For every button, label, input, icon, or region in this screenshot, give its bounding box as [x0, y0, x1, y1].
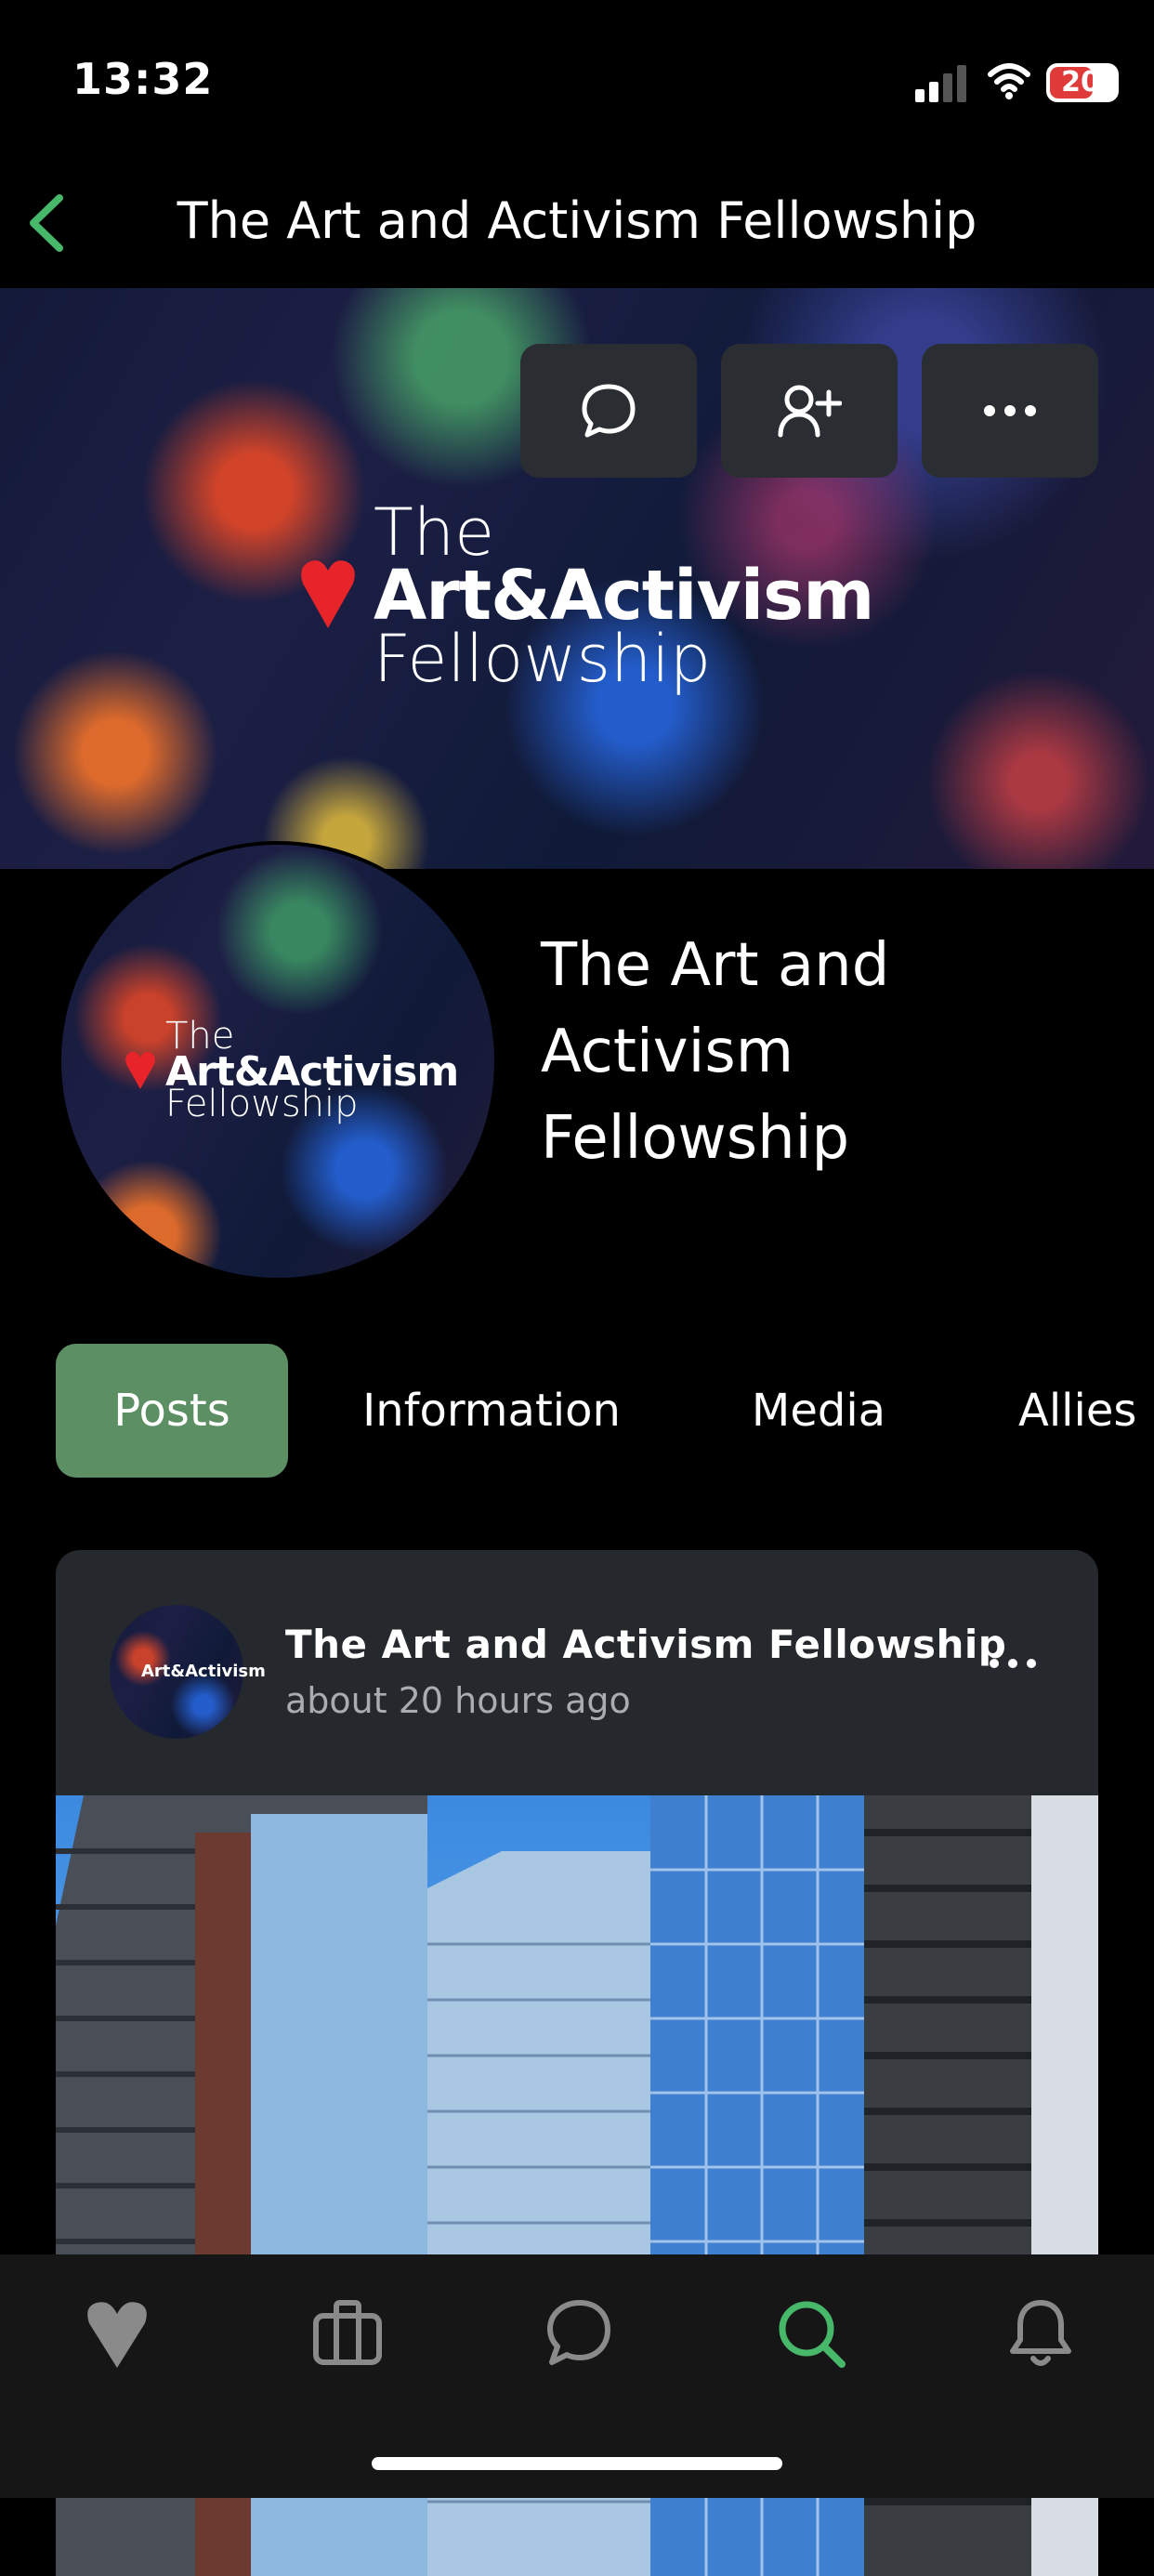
- battery-icon: 20: [1046, 63, 1119, 102]
- post-timestamp: about 20 hours ago: [285, 1680, 631, 1721]
- post-more-icon[interactable]: [985, 1645, 1041, 1682]
- add-ally-button[interactable]: [721, 344, 898, 478]
- tab-posts[interactable]: Posts: [56, 1344, 288, 1478]
- tab-information[interactable]: Information: [349, 1344, 634, 1478]
- home-indicator[interactable]: [372, 2457, 782, 2470]
- chat-icon: [582, 384, 636, 438]
- status-time: 13:32: [72, 54, 214, 104]
- bell-icon[interactable]: [1003, 2295, 1078, 2370]
- post-avatar-logo-text: Art&Activism: [141, 1662, 266, 1681]
- signal-icon: [915, 65, 966, 102]
- briefcase-icon[interactable]: [310, 2295, 385, 2370]
- tab-media[interactable]: Media: [734, 1344, 903, 1478]
- profile-name: The Art and Activism Fellowship: [541, 931, 890, 1173]
- search-icon[interactable]: [773, 2295, 847, 2370]
- banner-heart-icon: [301, 560, 355, 628]
- tab-allies[interactable]: Allies: [1005, 1344, 1154, 1478]
- banner-logo-line3: Fellowship: [374, 621, 712, 697]
- more-icon: [984, 405, 1036, 416]
- wifi-icon: [988, 63, 1030, 99]
- post-author-name[interactable]: The Art and Activism Fellowship: [285, 1622, 1006, 1667]
- chat-icon[interactable]: [541, 2295, 615, 2370]
- heart-icon[interactable]: [80, 2295, 154, 2370]
- avatar-logo-line3: Fellowship: [165, 1083, 359, 1125]
- more-options-button[interactable]: [922, 344, 1098, 478]
- add-ally-icon: [778, 385, 842, 438]
- message-button[interactable]: [520, 344, 697, 478]
- avatar-heart-icon: [125, 1051, 155, 1089]
- page-title: The Art and Activism Fellowship: [177, 191, 977, 250]
- battery-level: 20: [1061, 66, 1100, 99]
